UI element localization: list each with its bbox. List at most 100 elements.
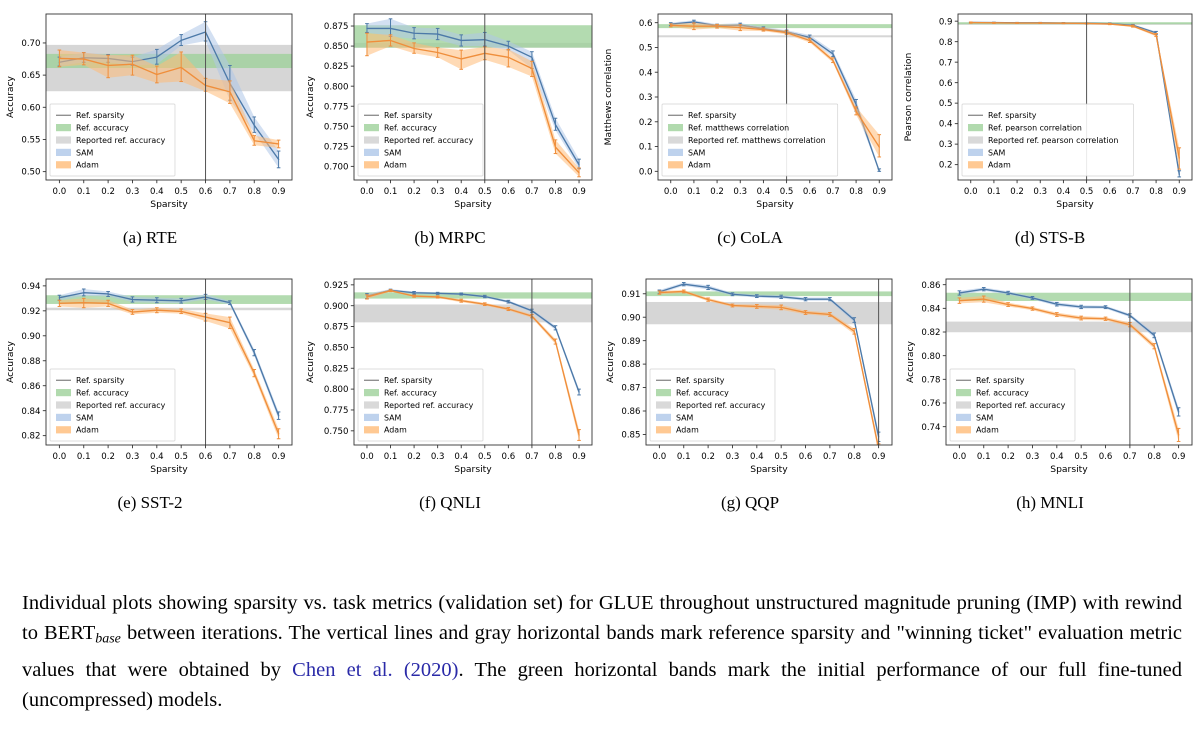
y-tick-label: 0.0	[639, 167, 653, 177]
legend: Ref. sparsity Ref. accuracy Reported ref. …	[357, 368, 484, 442]
reference-bands	[354, 292, 592, 323]
plot-canvas-rte: 0.0 0.1 0.2 0.3 0.4 0.5 0.6 0.7 0.8 0.9 Sparsity 0.…	[0, 0, 300, 224]
legend-swatch-reported-ref-matthews-correlation	[668, 136, 683, 144]
y-tick-label: 0.84	[921, 304, 940, 314]
legend-swatch-sam	[56, 148, 71, 156]
y-tick-label: 0.2	[939, 161, 953, 171]
legend-label: Reported ref. pearson correlation	[988, 136, 1118, 145]
legend-label: Ref. matthews correlation	[688, 124, 789, 133]
chart-stsb: 0.0 0.1 0.2 0.3 0.4 0.5 0.6 0.7 0.8 0.9Sparsity0.…	[903, 13, 1193, 210]
y-tick-label: 0.65	[21, 71, 40, 81]
x-tick-label: 0.6	[1099, 452, 1113, 462]
legend-label: Reported ref. matthews correlation	[688, 136, 826, 145]
caption-citation-author[interactable]: Chen et al.	[292, 659, 392, 681]
y-tick-label: 0.4	[639, 68, 653, 78]
y-axis: 0.82 0.84 0.86 0.88 0.90 0.92 0.94 Accuracy	[5, 282, 46, 442]
x-axis: 0.0 0.1 0.2 0.3 0.4 0.5 0.6 0.7 0.8 0.9 Sparsity	[53, 180, 285, 210]
x-tick-label: 0.1	[384, 187, 398, 197]
x-tick-label: 0.7	[826, 187, 840, 197]
x-tick-label: 0.3	[1026, 452, 1040, 462]
subplot-caption-qqp: (g) QQP	[720, 493, 780, 512]
x-axis-label: Sparsity	[756, 199, 794, 210]
x-tick-label: 0.2	[1010, 187, 1024, 197]
x-tick-label: 0.6	[502, 452, 516, 462]
y-tick-label: 0.5	[939, 99, 953, 109]
legend-swatch-ref-accuracy	[956, 389, 971, 397]
plot-canvas-sst2: 0.0 0.1 0.2 0.3 0.4 0.5 0.6 0.7 0.8 0.9 Sparsity 0.…	[0, 265, 300, 489]
x-tick-label: 0.4	[150, 452, 164, 462]
y-tick-label: 0.86	[621, 407, 640, 417]
x-tick-label: 0.2	[1001, 452, 1015, 462]
x-tick-label: 0.5	[1080, 187, 1094, 197]
y-tick-label: 0.900	[324, 302, 349, 312]
y-tick-label: 0.60	[21, 103, 40, 113]
y-tick-label: 0.9	[939, 17, 953, 27]
gray-reference-band	[946, 321, 1192, 333]
y-tick-label: 0.87	[621, 384, 640, 394]
y-tick-label: 0.850	[324, 42, 349, 52]
x-axis-label: Sparsity	[1050, 464, 1088, 475]
x-tick-label: 0.7	[823, 452, 837, 462]
y-tick-label: 0.2	[639, 118, 653, 128]
subplot-cola: 0.0 0.1 0.2 0.3 0.4 0.5 0.6 0.7 0.8 0.9 Sparsity 0.…	[600, 0, 900, 265]
y-tick-label: 0.825	[324, 62, 349, 72]
legend-swatch-sam	[956, 413, 971, 421]
gray-reference-band	[354, 304, 592, 323]
legend-label: SAM	[384, 413, 402, 422]
x-tick-label: 0.4	[150, 187, 164, 197]
legend-label: Ref. sparsity	[384, 376, 433, 385]
legend-swatch-adam	[968, 161, 983, 169]
y-tick-label: 0.875	[324, 323, 349, 333]
legend-label: Ref. accuracy	[384, 389, 437, 398]
x-tick-label: 0.2	[101, 452, 115, 462]
caption-citation-year[interactable]: (2020)	[404, 659, 459, 681]
y-tick-label: 0.82	[21, 432, 40, 442]
x-tick-label: 0.6	[199, 452, 213, 462]
x-tick-label: 0.8	[247, 452, 261, 462]
x-tick-label: 0.6	[502, 187, 516, 197]
subplot-caption-sst2: (e) SST-2	[117, 493, 183, 512]
y-tick-label: 0.88	[621, 360, 640, 370]
x-tick-label: 0.6	[799, 452, 813, 462]
subplot-row-2: 0.0 0.1 0.2 0.3 0.4 0.5 0.6 0.7 0.8 0.9 Sparsity 0.…	[0, 265, 1200, 530]
x-tick-label: 0.2	[407, 452, 421, 462]
y-tick-label: 0.775	[324, 102, 349, 112]
y-tick-label: 0.90	[21, 332, 40, 342]
legend-label: SAM	[688, 148, 706, 157]
subplot-mrpc: 0.0 0.1 0.2 0.3 0.4 0.5 0.6 0.7 0.8 0.9 Sparsity 0.…	[300, 0, 600, 265]
subplot-caption-rte: (a) RTE	[122, 228, 178, 247]
subplot-row-1: 0.0 0.1 0.2 0.3 0.4 0.5 0.6 0.7 0.8 0.9 Sparsity 0.…	[0, 0, 1200, 265]
x-tick-label: 0.9	[1172, 187, 1186, 197]
x-tick-label: 0.8	[549, 187, 563, 197]
x-tick-label: 0.5	[774, 452, 788, 462]
y-tick-label: 0.825	[324, 364, 349, 374]
x-tick-label: 0.0	[360, 452, 374, 462]
legend-label: Ref. sparsity	[384, 111, 433, 120]
x-tick-label: 0.8	[549, 452, 563, 462]
x-axis: 0.0 0.1 0.2 0.3 0.4 0.5 0.6 0.7 0.8 0.9 Sparsity	[953, 445, 1185, 475]
legend-label: Ref. sparsity	[688, 111, 737, 120]
y-axis: 0.750 0.775 0.800 0.825 0.850 0.875 0.900 0.925…	[305, 281, 354, 437]
x-axis-label: Sparsity	[454, 464, 492, 475]
legend-swatch-adam	[56, 426, 71, 434]
x-tick-label: 0.7	[525, 187, 539, 197]
subplot-caption-stsb: (d) STS-B	[1014, 228, 1086, 247]
y-tick-label: 0.86	[921, 281, 940, 291]
chart-mnli: 0.0 0.1 0.2 0.3 0.4 0.5 0.6 0.7 0.8 0.9Sparsity0.…	[905, 278, 1193, 475]
x-axis-label: Sparsity	[150, 199, 188, 210]
y-tick-label: 0.3	[939, 140, 953, 150]
caption-subscript: base	[95, 631, 121, 647]
y-axis: 0.0 0.1 0.2 0.3 0.4 0.5 0.6 Matthews correlatio…	[603, 19, 658, 177]
x-tick-label: 0.2	[701, 452, 715, 462]
legend-swatch-reported-ref-accuracy	[56, 401, 71, 409]
y-tick-label: 0.74	[921, 423, 940, 433]
x-tick-label: 0.0	[53, 187, 67, 197]
legend: Ref. sparsity Ref. accuracy Reported ref. …	[649, 368, 776, 442]
legend-swatch-sam	[668, 148, 683, 156]
x-axis-label: Sparsity	[454, 199, 492, 210]
legend-label: Reported ref. accuracy	[384, 136, 474, 145]
legend-label: Reported ref. accuracy	[384, 401, 474, 410]
legend-label: Ref. sparsity	[76, 376, 125, 385]
x-tick-label: 0.5	[478, 452, 492, 462]
legend-swatch-sam	[656, 413, 671, 421]
